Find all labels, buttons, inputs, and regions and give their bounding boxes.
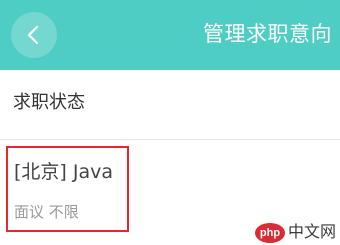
chevron-left-icon (27, 25, 39, 45)
job-status-row[interactable]: 求职状态 (0, 70, 340, 140)
watermark-text: 中文网 (287, 224, 336, 241)
page-title: 管理求职意向 (203, 22, 332, 46)
watermark-logo: php (254, 223, 285, 243)
watermark: php 中文网 (254, 223, 336, 243)
top-header: 管理求职意向 (0, 0, 340, 70)
back-button[interactable] (11, 12, 57, 58)
job-intent-card[interactable]: [北京] Java 面议 不限 (6, 146, 129, 232)
job-intent-title: [北京] Java (14, 161, 113, 183)
job-intent-meta: 面议 不限 (14, 203, 79, 221)
job-status-label: 求职状态 (13, 92, 85, 113)
app-screen: 管理求职意向 求职状态 [北京] Java 面议 不限 php 中文网 (0, 0, 340, 245)
